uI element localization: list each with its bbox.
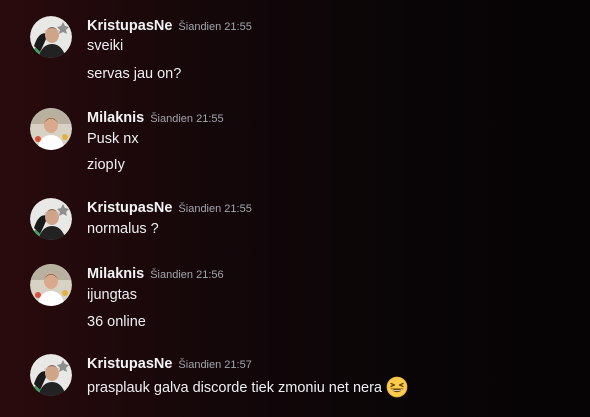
avatar-milaknis-icon	[30, 108, 72, 150]
message-text: normalus ?	[87, 221, 159, 237]
user-avatar[interactable]	[30, 108, 72, 150]
message-header: KristupasNe Šiandien 21:57	[87, 355, 252, 374]
message-text-line: prasplauk galva discorde tiek zmoniu net…	[87, 376, 408, 403]
chat-message-list: KristupasNe Šiandien 21:55 sveiki servas …	[0, 0, 590, 417]
message-group: KristupasNe Šiandien 21:57 prasplauk galv…	[30, 354, 586, 402]
message-group: KristupasNe Šiandien 21:55 normalus ?	[30, 198, 586, 242]
message-group: Milaknis Šiandien 21:55 Pusk nx ziopIy	[30, 108, 586, 178]
user-avatar[interactable]	[30, 264, 72, 306]
message-text: prasplauk galva discorde tiek zmoniu net…	[87, 380, 382, 396]
message-header: Milaknis Šiandien 21:55	[87, 109, 224, 128]
user-avatar[interactable]	[30, 16, 72, 58]
avatar-milaknis-icon	[30, 264, 72, 306]
message-author[interactable]: Milaknis	[87, 110, 144, 126]
grinning-squinting-face-emoji-icon[interactable]	[386, 376, 408, 403]
message-group: KristupasNe Šiandien 21:55 sveiki servas …	[30, 16, 586, 86]
message-group: Milaknis Šiandien 21:56 ijungtas 36 onlin…	[30, 264, 586, 334]
user-avatar[interactable]	[30, 354, 72, 396]
message-text: 36 online	[87, 314, 146, 330]
message-header: KristupasNe Šiandien 21:55	[87, 199, 252, 218]
message-text: Pusk nx	[87, 131, 139, 147]
message-header: KristupasNe Šiandien 21:55	[87, 17, 252, 36]
message-author[interactable]: KristupasNe	[87, 18, 172, 34]
message-author[interactable]: KristupasNe	[87, 356, 172, 372]
message-timestamp[interactable]: Šiandien 21:55	[150, 113, 223, 125]
message-author[interactable]: KristupasNe	[87, 200, 172, 216]
message-text: ziopIy	[87, 157, 125, 173]
message-text: sveiki	[87, 38, 124, 54]
user-avatar[interactable]	[30, 198, 72, 240]
message-timestamp[interactable]: Šiandien 21:56	[150, 269, 223, 281]
message-text: servas jau on?	[87, 66, 182, 82]
message-author[interactable]: Milaknis	[87, 266, 144, 282]
message-timestamp[interactable]: Šiandien 21:57	[178, 359, 251, 371]
message-text: ijungtas	[87, 287, 137, 303]
message-header: Milaknis Šiandien 21:56	[87, 265, 224, 284]
message-timestamp[interactable]: Šiandien 21:55	[178, 21, 251, 33]
message-timestamp[interactable]: Šiandien 21:55	[178, 203, 251, 215]
